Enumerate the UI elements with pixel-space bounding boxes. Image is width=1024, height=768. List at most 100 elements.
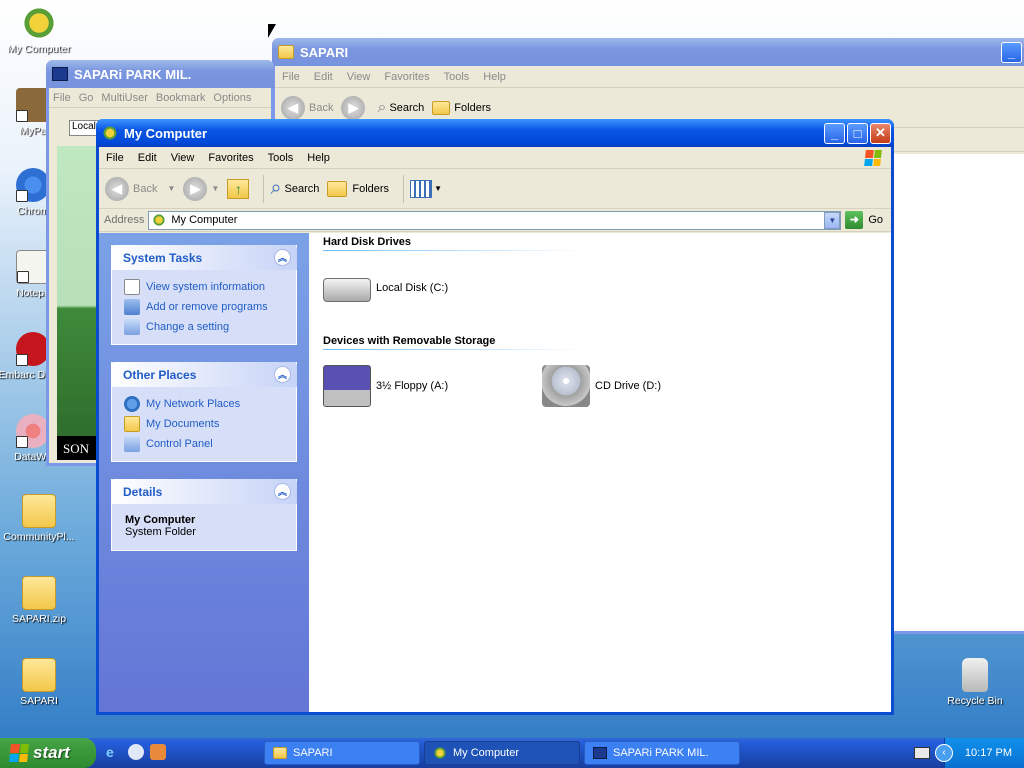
internet-explorer-icon[interactable]: e xyxy=(106,744,122,760)
menu-help[interactable]: Help xyxy=(476,71,513,83)
network-places-icon xyxy=(124,396,140,412)
folders-button[interactable]: Folders xyxy=(432,100,491,115)
task-add-remove-programs[interactable]: Add or remove programs xyxy=(112,297,296,317)
menu-view[interactable]: View xyxy=(164,152,202,164)
menu-help[interactable]: Help xyxy=(300,152,337,164)
taskbar-button-my-computer[interactable]: My Computer xyxy=(424,741,580,765)
forward-button[interactable]: ▶ ▼ xyxy=(183,176,220,201)
desktop-icon-label: SAPARI xyxy=(20,695,58,707)
my-computer-title-bar[interactable]: My Computer _ □ ✕ xyxy=(96,119,894,147)
address-dropdown-button[interactable]: ▼ xyxy=(824,211,841,229)
my-computer-icon xyxy=(22,6,56,40)
tray-collapse-icon[interactable]: ‹ xyxy=(935,744,953,762)
menu-view[interactable]: View xyxy=(340,71,378,83)
folders-button[interactable]: Folders xyxy=(327,180,390,197)
forward-arrow-icon: ▶ xyxy=(183,176,208,201)
quick-launch: e xyxy=(106,744,166,760)
desktop-icon-communitypl[interactable]: CommunityPl... xyxy=(0,494,78,543)
drive-local-disk-c[interactable]: Local Disk (C:) xyxy=(323,274,448,302)
search-button[interactable]: ⌕ Search xyxy=(377,99,424,117)
menu-favorites[interactable]: Favorites xyxy=(377,71,436,83)
cd-drive-icon xyxy=(542,365,590,407)
collapse-chevron-icon[interactable]: ︽ xyxy=(274,366,291,383)
address-value: My Computer xyxy=(171,214,238,226)
folder-icon xyxy=(22,658,56,692)
menu-tools[interactable]: Tools xyxy=(437,71,477,83)
start-label: start xyxy=(33,743,70,762)
menu-options[interactable]: Options xyxy=(209,92,255,104)
forward-arrow-icon: ▶ xyxy=(341,95,366,120)
task-change-setting[interactable]: Change a setting xyxy=(112,317,296,337)
window-title: My Computer xyxy=(124,125,208,141)
drive-cd-d[interactable]: CD Drive (D:) xyxy=(542,365,661,407)
taskbar-button-sapari[interactable]: SAPARI xyxy=(264,741,420,765)
details-header[interactable]: Details ︽ xyxy=(111,479,297,504)
sapari-park-title-bar[interactable]: SAPARi PARK MIL. xyxy=(46,60,274,88)
my-computer-icon xyxy=(102,126,118,140)
up-folder-button[interactable]: ↑ xyxy=(227,178,250,199)
minimize-button[interactable]: _ xyxy=(824,122,845,144)
chrome-icon xyxy=(16,168,50,202)
maximize-button[interactable]: □ xyxy=(847,122,868,144)
desktop-icon-sapari-zip[interactable]: SAPARI.zip xyxy=(0,576,78,625)
sapari-title-bar[interactable]: SAPARI _ xyxy=(272,38,1024,66)
views-button[interactable]: ▼ xyxy=(410,179,442,198)
my-computer-icon xyxy=(152,214,167,226)
folders-label: Folders xyxy=(352,182,390,195)
collapse-chevron-icon[interactable]: ︽ xyxy=(274,483,291,500)
clock[interactable]: 10:17 PM xyxy=(965,747,1012,759)
menu-edit[interactable]: Edit xyxy=(307,71,340,83)
chevron-down-icon: ▼ xyxy=(211,184,220,193)
menubar: File Edit View Favorites Tools Help xyxy=(99,147,891,169)
place-my-documents[interactable]: My Documents xyxy=(112,414,296,434)
taskbar: start e SAPARI My Computer SAPARi PARK M… xyxy=(0,738,1024,768)
back-arrow-icon: ◀ xyxy=(281,95,305,120)
menu-edit[interactable]: Edit xyxy=(131,152,164,164)
go-button[interactable]: ➜ Go xyxy=(845,211,883,229)
menu-file[interactable]: File xyxy=(99,152,131,164)
menu-bookmark[interactable]: Bookmark xyxy=(152,92,210,104)
drive-floppy-a[interactable]: 3½ Floppy (A:) xyxy=(323,365,448,407)
desktop-icon-label: CommunityPl... xyxy=(3,531,75,543)
menu-favorites[interactable]: Favorites xyxy=(201,152,260,164)
my-computer-window[interactable]: My Computer _ □ ✕ File Edit View Favorit… xyxy=(96,119,894,715)
collapse-chevron-icon[interactable]: ︽ xyxy=(274,249,291,266)
desktop-icon-label: My Computer xyxy=(7,43,71,55)
notepad-icon xyxy=(16,250,50,284)
close-button[interactable]: ✕ xyxy=(870,122,891,144)
media-player-icon[interactable] xyxy=(150,744,166,760)
keyboard-icon[interactable] xyxy=(914,747,930,759)
other-places-header[interactable]: Other Places ︽ xyxy=(111,362,297,387)
menu-file[interactable]: File xyxy=(49,92,75,104)
system-tasks-header[interactable]: System Tasks ︽ xyxy=(111,245,297,270)
mouse-cursor-icon xyxy=(268,24,276,38)
forward-button[interactable]: ▶ xyxy=(341,95,369,120)
back-button[interactable]: ◀ Back xyxy=(281,95,333,120)
desktop-icon-my-computer[interactable]: My Computer xyxy=(0,6,78,55)
menu-file[interactable]: File xyxy=(275,71,307,83)
menu-go[interactable]: Go xyxy=(75,92,98,104)
task-view-system-information[interactable]: View system information xyxy=(112,277,296,297)
minimize-button[interactable]: _ xyxy=(1001,41,1022,63)
datawa-icon xyxy=(16,414,50,448)
windows-logo-icon xyxy=(9,744,29,762)
folder-icon xyxy=(278,45,294,59)
place-control-panel[interactable]: Control Panel xyxy=(112,434,296,454)
menu-tools[interactable]: Tools xyxy=(261,152,301,164)
menu-multiuser[interactable]: MultiUser xyxy=(97,92,151,104)
browser-icon[interactable] xyxy=(128,744,144,760)
place-my-network-places[interactable]: My Network Places xyxy=(112,394,296,414)
back-arrow-icon: ◀ xyxy=(105,176,129,201)
up-folder-icon: ↑ xyxy=(227,178,250,199)
drive-label: 3½ Floppy (A:) xyxy=(376,380,449,392)
removable-storage-header: Devices with Removable Storage xyxy=(323,335,583,350)
search-icon: ⌕ xyxy=(270,177,282,199)
back-button[interactable]: ◀ Back ▼ xyxy=(105,176,175,201)
address-field[interactable]: My Computer ▼ xyxy=(148,210,842,230)
search-button[interactable]: ⌕ Search xyxy=(270,177,319,200)
go-label: Go xyxy=(868,214,883,226)
taskbar-button-sapari-park[interactable]: SAPARi PARK MIL. xyxy=(584,741,740,765)
desktop-icon-sapari-folder[interactable]: SAPARI xyxy=(0,658,78,707)
start-button[interactable]: start xyxy=(0,738,96,768)
desktop-icon-recycle-bin[interactable]: Recycle Bin xyxy=(936,658,1014,707)
